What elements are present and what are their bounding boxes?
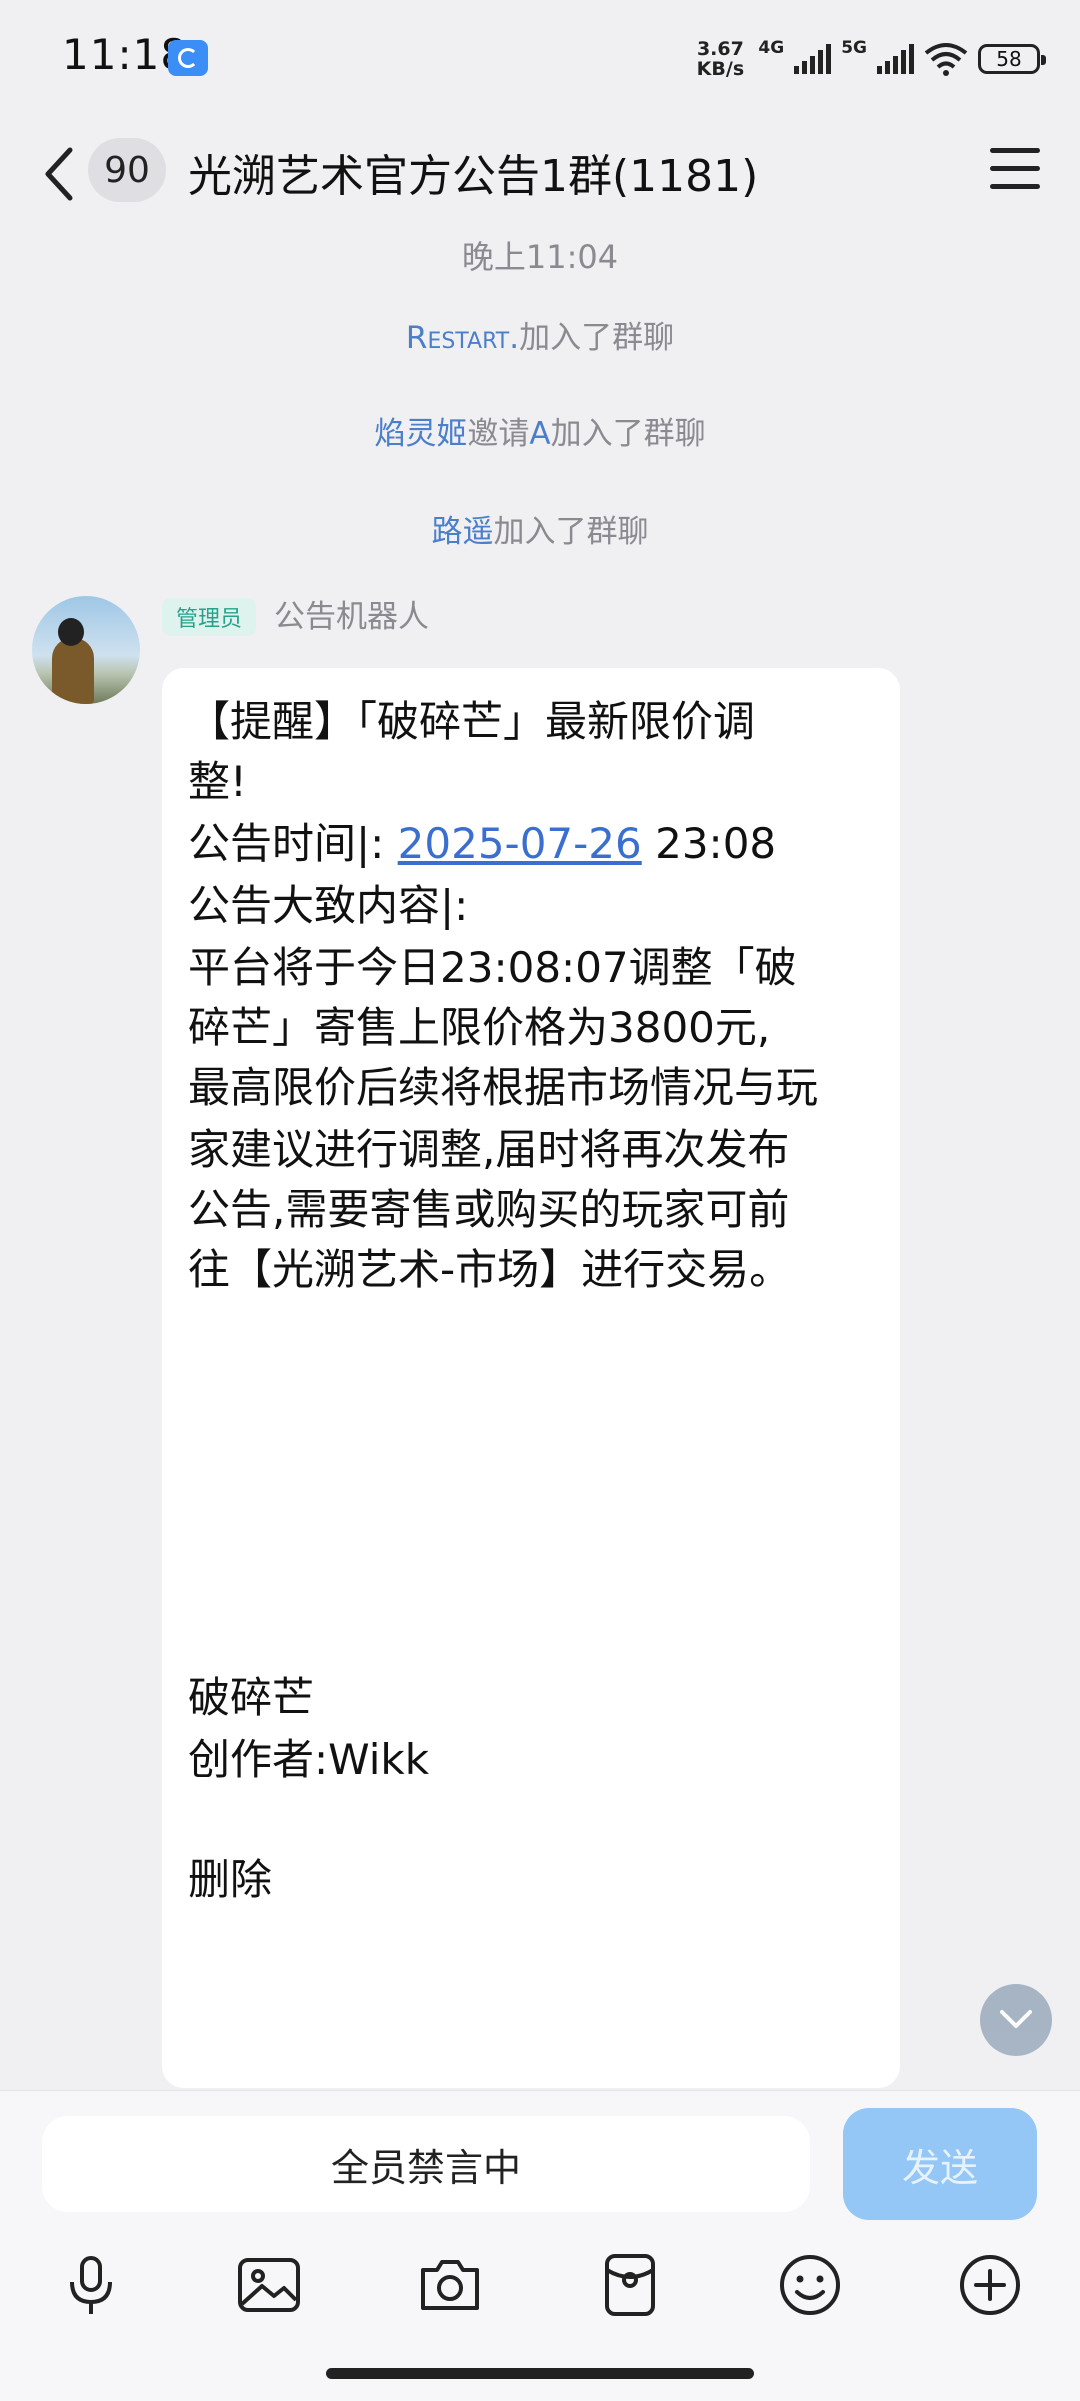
network-type-4g: 4G bbox=[758, 38, 785, 58]
send-button[interactable]: 发送 bbox=[843, 2108, 1037, 2220]
status-bar: 11:18 3.67 KB/s 4G 5G 58 bbox=[0, 0, 1080, 118]
back-icon[interactable] bbox=[40, 144, 80, 204]
date-link[interactable]: 2025-07-26 bbox=[398, 819, 642, 868]
message-line: 公告大致内容|: bbox=[188, 881, 469, 930]
message-line: 整! bbox=[188, 757, 247, 806]
avatar[interactable] bbox=[32, 596, 140, 704]
message-line: 删除 bbox=[188, 1855, 273, 1904]
chat-title[interactable]: 光溯艺术官方公告1群(1181) bbox=[188, 140, 758, 204]
red-packet-icon[interactable] bbox=[595, 2250, 665, 2320]
camera-icon[interactable] bbox=[415, 2250, 485, 2320]
message-line: 家建议进行调整,届时将再次发布 bbox=[188, 1125, 790, 1174]
message-line: 公告,需要寄售或购买的玩家可前 bbox=[188, 1185, 790, 1234]
chat-header: 90 光溯艺术官方公告1群(1181) bbox=[0, 118, 1080, 228]
admin-badge: 管理员 bbox=[162, 598, 257, 636]
sender-name[interactable]: 公告机器人 bbox=[274, 598, 429, 636]
member-name-link[interactable]: A bbox=[529, 416, 550, 452]
network-type-5g: 5G bbox=[841, 38, 867, 58]
message-line: 【提醒】「破碎芒」最新限价调 bbox=[188, 697, 756, 746]
signal-4g-icon bbox=[794, 44, 832, 74]
member-name-link[interactable]: 路遥 bbox=[432, 514, 494, 550]
system-message: 焰灵姬邀请A加入了群聊 bbox=[374, 416, 706, 452]
plus-icon[interactable] bbox=[955, 2250, 1025, 2320]
message-line: 最高限价后续将根据市场情况与玩 bbox=[188, 1063, 819, 1112]
app-notification-icon bbox=[168, 40, 208, 76]
battery-level: 58 bbox=[996, 47, 1022, 71]
message-line: 碎芒」寄售上限价格为3800元, bbox=[188, 1003, 771, 1052]
member-name-link[interactable]: 焰灵姬 bbox=[374, 416, 467, 452]
image-icon[interactable] bbox=[234, 2250, 304, 2320]
unread-count-badge[interactable]: 90 bbox=[88, 138, 166, 202]
system-message: Restart.加入了群聊 bbox=[405, 320, 675, 356]
network-speed: 3.67 KB/s bbox=[696, 38, 745, 80]
message-line: 往【光溯艺术-市场】进行交易。 bbox=[188, 1245, 792, 1294]
microphone-icon[interactable] bbox=[56, 2250, 126, 2320]
scroll-to-bottom-button[interactable] bbox=[980, 1984, 1052, 2056]
message-line: 创作者:Wikk bbox=[188, 1735, 430, 1784]
menu-icon[interactable] bbox=[990, 148, 1040, 190]
wifi-icon bbox=[924, 42, 968, 76]
message-time-line: 公告时间|: 2025-07-26 23:08 bbox=[188, 819, 777, 868]
emoji-icon[interactable] bbox=[775, 2250, 845, 2320]
message-line: 破碎芒 bbox=[188, 1673, 315, 1722]
member-name-link[interactable]: Restart. bbox=[406, 320, 519, 356]
home-indicator[interactable] bbox=[326, 2368, 754, 2379]
message-input[interactable]: 全员禁言中 bbox=[42, 2116, 810, 2212]
chevron-down-icon bbox=[1000, 2010, 1032, 2028]
system-message: 路遥加入了群聊 bbox=[431, 514, 649, 550]
battery-icon: 58 bbox=[978, 44, 1046, 74]
signal-5g-icon bbox=[877, 44, 914, 74]
message-line: 平台将于今日23:08:07调整「破 bbox=[188, 943, 797, 992]
message-timestamp: 晚上11:04 bbox=[461, 238, 619, 276]
